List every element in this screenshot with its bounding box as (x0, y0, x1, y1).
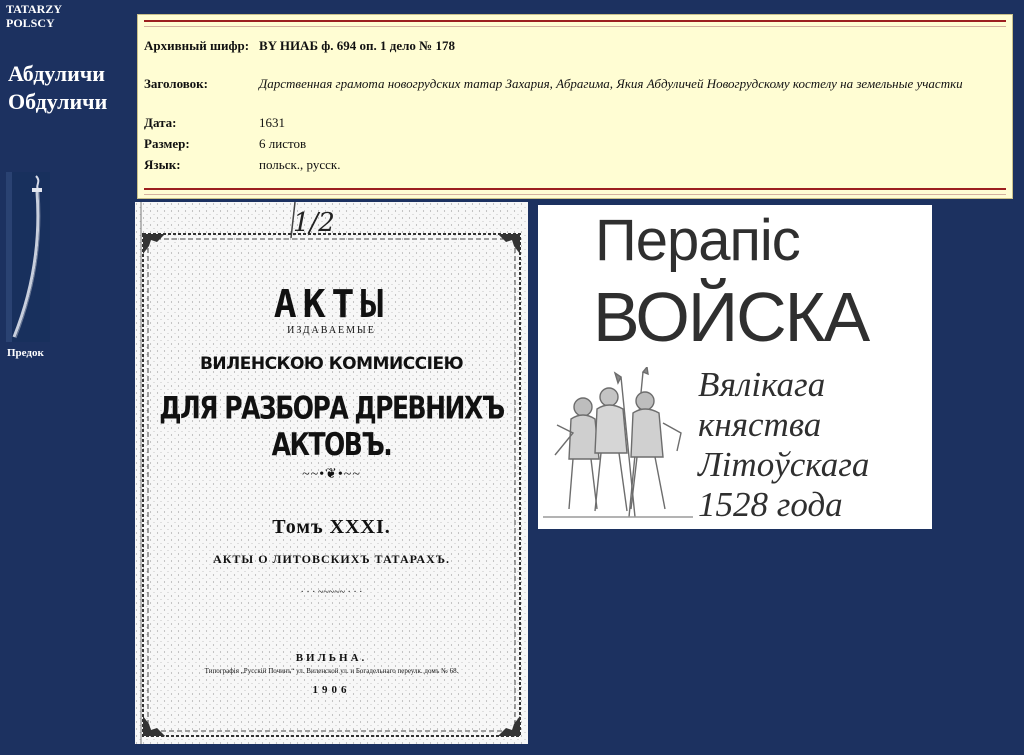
soldiers-illustration-icon (543, 367, 693, 518)
acts-volume-cover-image[interactable]: 1/2 АКТЫ издаваемые ВИЛЕНСКОЮ КОММИССІЕЮ… (135, 202, 528, 744)
book-title-line6: 1528 года (698, 485, 843, 524)
army-census-book-cover-image[interactable]: Перапіс ВОЙСКА Вялікага княства Літоўска… (538, 205, 932, 529)
cover-volume: Томъ XXXI. (272, 516, 391, 538)
family-name-line1: Абдуличи (8, 61, 105, 86)
book-title-line2: ВОЙСКА (593, 278, 870, 356)
ornament-divider-icon: ~~•❦•~~ (302, 467, 361, 482)
title-label: Заголовок: (144, 76, 208, 91)
family-name-heading: Абдуличи Обдуличи (8, 60, 107, 116)
saber-icon (6, 172, 50, 342)
language-label: Язык: (144, 157, 181, 172)
cover-year: 1906 (312, 684, 351, 696)
ancestor-label: Предок (7, 347, 44, 359)
book-title-line1: Перапіс (595, 208, 801, 273)
cover-published-by: издаваемые (287, 325, 376, 336)
size-value: 6 листов (259, 136, 307, 151)
archive-code-value: BY НИАБ ф. 694 оп. 1 дело № 178 (259, 38, 455, 53)
book-title-line5: Літоўскага (698, 445, 870, 484)
handwritten-number: 1/2 (293, 208, 335, 238)
record-bottom-rule (144, 188, 1006, 195)
site-title-line1: TATARZY (6, 2, 63, 16)
date-label: Дата: (144, 115, 177, 130)
ancestor-link[interactable]: Предок (6, 172, 66, 372)
site-title[interactable]: TATARZY POLSCY (6, 2, 116, 30)
date-value: 1631 (259, 115, 285, 130)
cover-city: ВИЛЬНА. (295, 652, 368, 664)
archive-code-label: Архивный шифр: (144, 38, 250, 53)
cover-title: АКТЫ (273, 282, 390, 326)
cover-subtitle: АКТЫ О ЛИТОВСКИХЪ ТАТАРАХЪ. (213, 552, 450, 566)
ornament-line-icon: · · · ~~~~~ · · · (300, 587, 363, 598)
archive-record-card: Архивный шифр: BY НИАБ ф. 694 оп. 1 дело… (137, 14, 1013, 199)
book-title-line4: княства (698, 405, 822, 444)
book-title-line3: Вялікага (698, 365, 826, 404)
size-label: Размер: (144, 136, 190, 151)
cover-commission: ВИЛЕНСКОЮ КОММИССІЕЮ (199, 354, 464, 374)
record-top-rule (144, 20, 1006, 27)
site-title-line2: POLSCY (6, 16, 55, 30)
book-subtitle: Вялікага княства Літоўскага 1528 года (698, 365, 869, 525)
family-name-line2: Обдуличи (8, 89, 108, 114)
language-value: польск., русск. (259, 157, 341, 172)
cover-purpose: ДЛЯ РАЗБОРА ДРЕВНИХЪ АКТОВЪ. (159, 389, 505, 463)
cover-press-line: Типографія „Русскій Починъ“ ул. Виленско… (204, 667, 459, 675)
title-value: Дарственная грамота новогрудских татар З… (259, 76, 963, 91)
